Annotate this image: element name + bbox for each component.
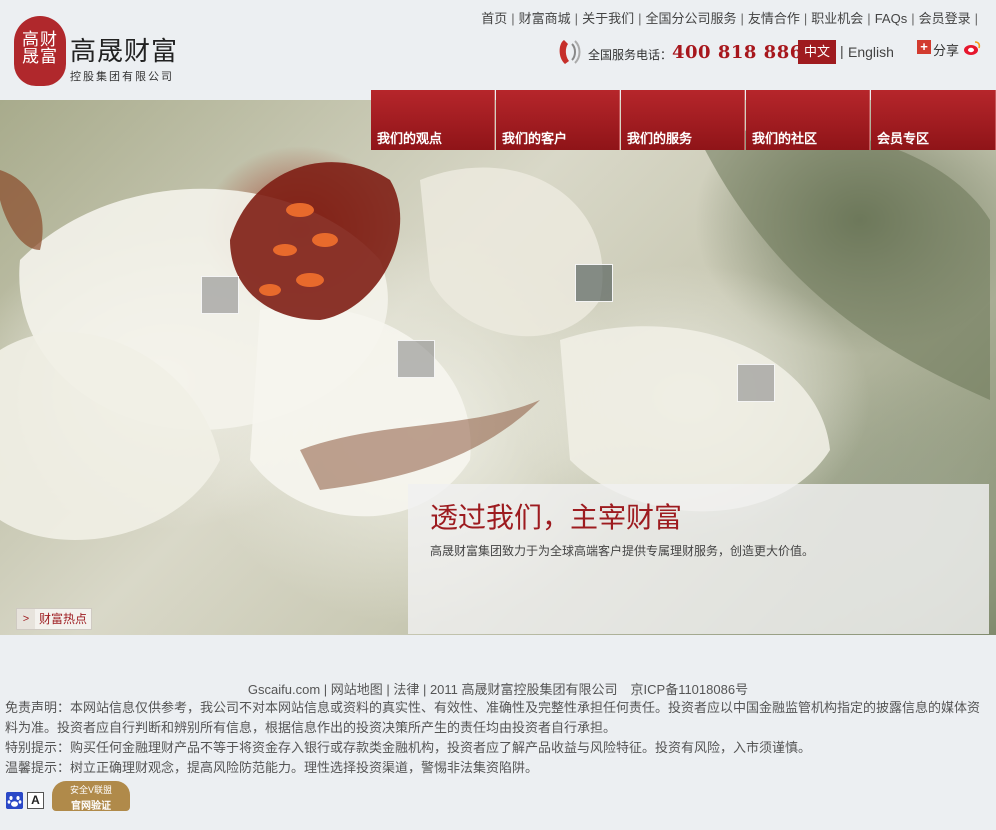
reminder-text: 温馨提示：树立正确理财观念，提高风险防范能力。理性选择投资渠道，警惕非法集资陷阱…	[5, 760, 539, 775]
topnav-about[interactable]: 关于我们	[582, 11, 634, 26]
separator: |	[511, 11, 515, 26]
special-notice-text: 特别提示：购买任何金融理财产品不等于将资金存入银行或存款类金融机构，投资者应了解…	[5, 740, 812, 755]
logo-seal: 高财 晟富	[14, 16, 66, 86]
topnav-login[interactable]: 会员登录	[919, 11, 971, 26]
separator: |	[803, 11, 808, 26]
wealth-hotspot-tab[interactable]: > 财富热点	[16, 608, 93, 630]
nav-our-clients[interactable]: 我们的客户	[496, 90, 620, 150]
topnav-careers[interactable]: 职业机会	[811, 11, 863, 26]
nav-our-services[interactable]: 我们的服务	[621, 90, 745, 150]
footer-links[interactable]: Gscaifu.com | 网站地图 | 法律 | 2011 高晟财富控股集团有…	[0, 679, 996, 698]
separator: |	[911, 11, 915, 26]
disclaimer-text: 免责声明：本网站信息仅供参考，我公司不对本网站信息或资料的真实性、有效性、准确性…	[5, 700, 981, 735]
slide-indicator[interactable]	[397, 340, 435, 378]
arrow-right-icon: >	[17, 609, 35, 629]
official-verification-badge[interactable]: 安全V联盟 官网验证	[52, 781, 130, 812]
nav-label: 会员专区	[877, 131, 930, 146]
verify-line2: 官网验证	[71, 801, 111, 812]
footer-notices: 免责声明：本网站信息仅供参考，我公司不对本网站信息或资料的真实性、有效性、准确性…	[5, 698, 991, 778]
separator: |	[740, 11, 744, 26]
slide-indicator[interactable]	[201, 276, 239, 314]
baidu-paw-icon[interactable]	[6, 792, 23, 809]
nav-label: 我们的社区	[752, 131, 818, 146]
topnav-faqs[interactable]: FAQs	[875, 11, 908, 26]
topnav-home[interactable]: 首页	[481, 11, 507, 26]
language-separator: |	[840, 43, 844, 59]
language-english-link[interactable]: English	[848, 44, 894, 60]
nav-label: 我们的观点	[377, 131, 443, 146]
separator: |	[867, 11, 871, 26]
slide-indicator[interactable]	[575, 264, 613, 302]
topnav-branches[interactable]: 全国分公司服务	[645, 11, 736, 26]
nav-label: 我们的客户	[502, 131, 568, 146]
verify-line1: 安全V联盟	[69, 785, 112, 795]
hero-description: 高晟财富集团致力于为全球高端客户提供专属理财服务，创造更大价值。	[430, 544, 815, 558]
logo-seal-line2: 晟富	[22, 47, 58, 67]
separator: |	[974, 11, 978, 26]
nav-our-views[interactable]: 我们的观点	[371, 90, 495, 150]
share-plus-icon: +	[917, 40, 931, 54]
hotline-label: 全国服务电话：	[588, 48, 673, 62]
topnav-mall[interactable]: 财富商城	[519, 11, 571, 26]
hero-title: 透过我们，主宰财富	[430, 501, 683, 534]
separator: |	[638, 11, 642, 26]
hotline-number: 400 818 8866	[672, 42, 816, 63]
header: 高财 晟富 高晟财富 控股集团有限公司 首页 | 财富商城 | 关于我们 | 全国分公司服务…	[0, 0, 996, 90]
nav-label: 我们的服务	[627, 131, 693, 146]
hotspot-label: 财富热点	[39, 612, 88, 626]
language-chinese-button[interactable]: 中文	[798, 40, 836, 64]
share-label: 分享	[933, 43, 960, 58]
hero-caption: 透过我们，主宰财富 高晟财富集团致力于为全球高端客户提供专属理财服务，创造更大价…	[408, 484, 989, 634]
main-nav: 我们的观点 我们的客户 我们的服务 我们的社区 会员专区	[371, 90, 996, 150]
brand-logo[interactable]: 高财 晟富 高晟财富 控股集团有限公司	[14, 16, 194, 92]
topnav-partners[interactable]: 友情合作	[748, 11, 800, 26]
weibo-icon[interactable]	[963, 40, 981, 56]
separator: |	[574, 11, 579, 26]
logo-name: 高晟财富	[70, 37, 179, 67]
slide-indicator[interactable]	[737, 364, 775, 402]
top-nav: 首页 | 财富商城 | 关于我们 | 全国分公司服务 | 友情合作 | 职业机会 | FAQs | 会员登录…	[481, 8, 982, 27]
nav-member-zone[interactable]: 会员专区	[871, 90, 996, 150]
nav-our-community[interactable]: 我们的社区	[746, 90, 870, 150]
accessibility-badge[interactable]: A	[27, 792, 44, 809]
phone-icon	[559, 40, 581, 64]
logo-subname: 控股集团有限公司	[70, 70, 174, 83]
